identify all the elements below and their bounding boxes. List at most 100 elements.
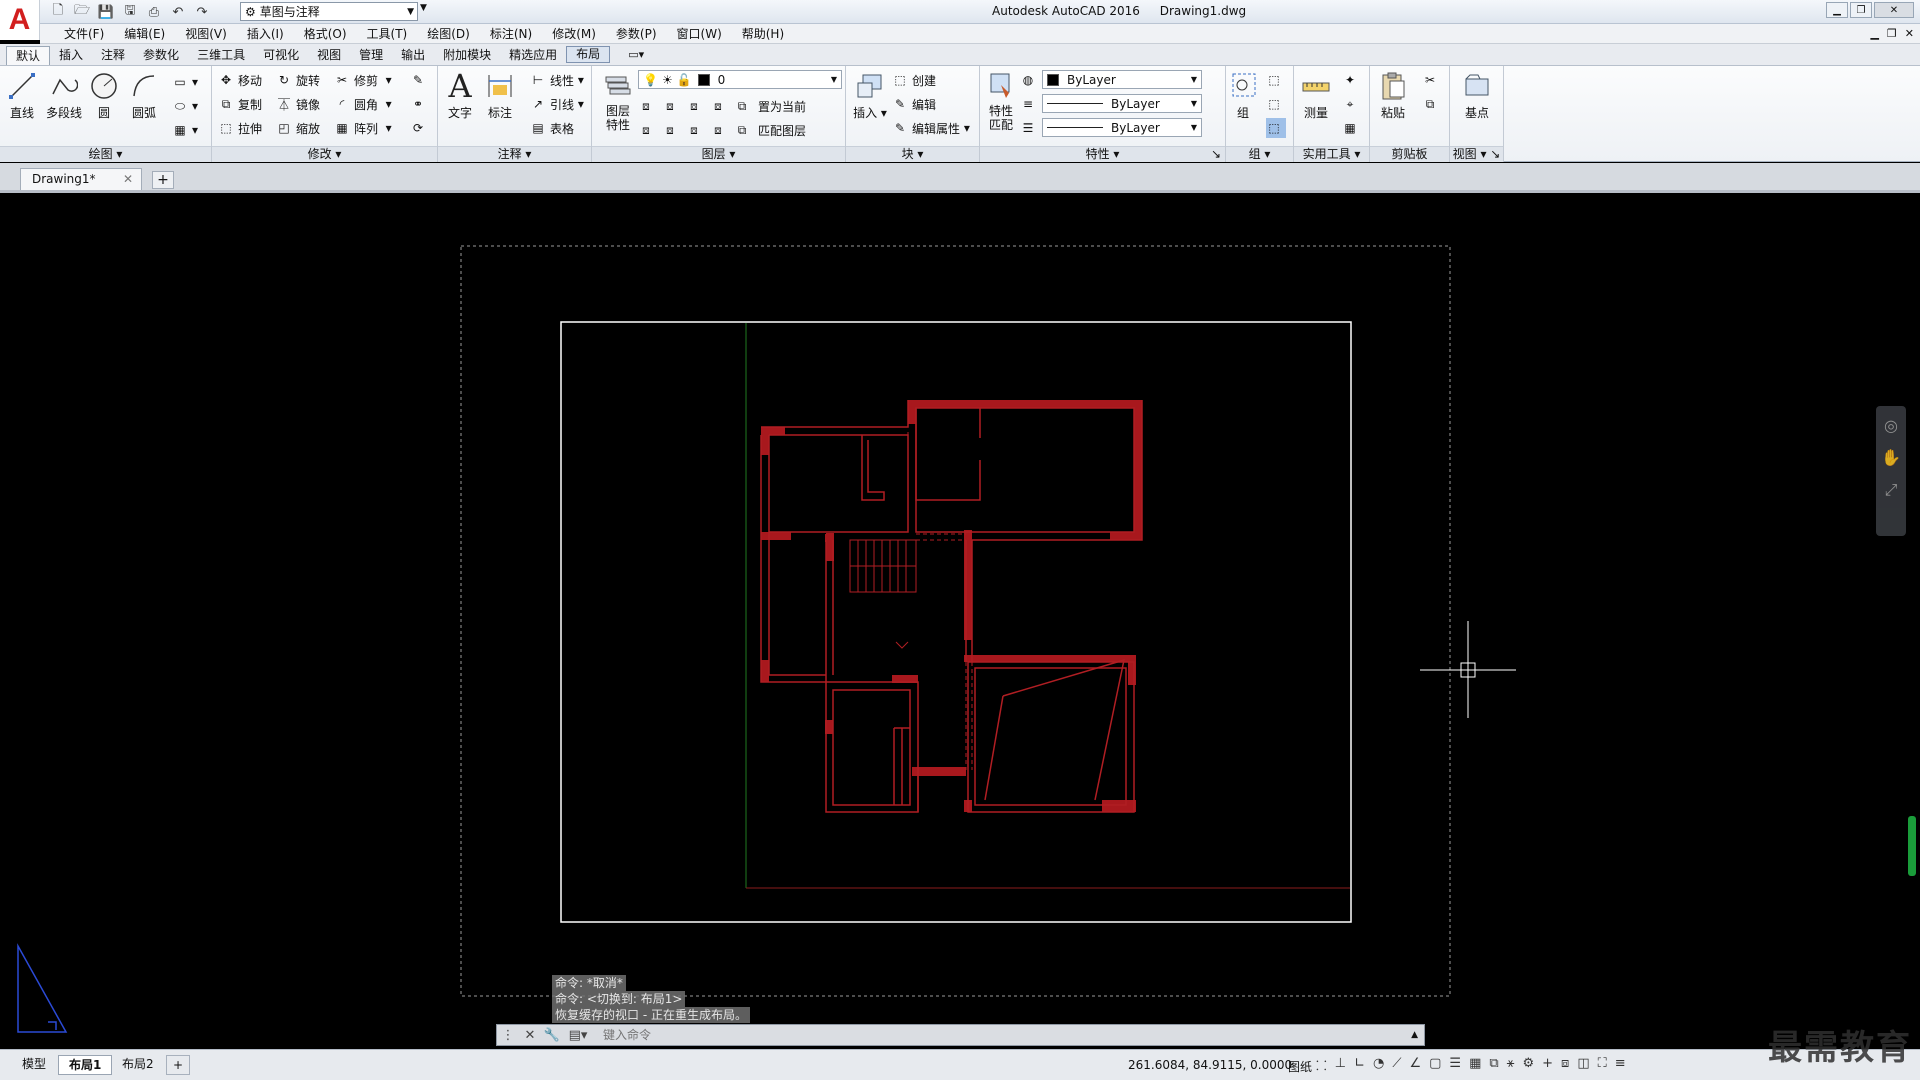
cut-button[interactable]: ✂ [1422, 70, 1442, 90]
workspace-switch-icon[interactable]: ⚙ [1522, 1056, 1534, 1074]
erase-button[interactable]: ✎ [410, 70, 430, 90]
menu-insert[interactable]: 插入(I) [237, 25, 294, 42]
undo-icon[interactable]: ↶ [168, 3, 188, 21]
linear-button[interactable]: ⊢ 线性 ▾ [530, 70, 584, 90]
redo-icon[interactable]: ↷ [192, 3, 212, 21]
application-menu-button[interactable]: A [0, 0, 40, 40]
tab-annotate[interactable]: 注释 [92, 46, 134, 65]
plus-icon[interactable]: + [1542, 1056, 1553, 1074]
annotation-scale-icon[interactable]: ⚹ [1507, 1056, 1515, 1074]
object-snap-icon[interactable]: ▢ [1429, 1056, 1441, 1074]
menu-draw[interactable]: 绘图(D) [417, 25, 480, 42]
open-file-icon[interactable]: 🗁 [72, 3, 92, 21]
doc-minimize-icon[interactable]: ▁ [1870, 27, 1878, 40]
lineweight-toggle-icon[interactable]: ☰ [1449, 1056, 1461, 1074]
offset-button[interactable]: ⟳ [410, 118, 430, 138]
tab-parametric[interactable]: 参数化 [134, 46, 188, 65]
menu-modify[interactable]: 修改(M) [542, 25, 606, 42]
layer-freeze-icon[interactable]: ⧈ [686, 98, 702, 114]
arc-button[interactable]: 圆弧 [126, 70, 162, 121]
customization-icon[interactable]: ≡ [1615, 1056, 1626, 1074]
group-edit-button[interactable]: ⬚ [1266, 94, 1286, 114]
print-icon[interactable]: ⎙ [144, 3, 164, 21]
doc-close-icon[interactable]: ✕ [1905, 27, 1914, 40]
text-button[interactable]: A 文字 [442, 67, 478, 121]
tab-layout[interactable]: 布局 [566, 46, 611, 63]
insert-block-button[interactable]: 插入 ▾ [852, 70, 888, 121]
calculator-button[interactable]: ▦ [1342, 118, 1362, 138]
layer-off-icon[interactable]: ⧈ [638, 98, 654, 114]
menu-tools[interactable]: 工具(T) [357, 25, 418, 42]
tab-featured-apps[interactable]: 精选应用 [500, 46, 566, 65]
layer-thaw-icon[interactable]: ⧈ [686, 122, 702, 138]
fillet-button[interactable]: ◜ 圆角 ▾ [334, 94, 392, 114]
selection-cycling-icon[interactable]: ⧉ [1489, 1056, 1498, 1074]
lineweight-dropdown[interactable]: ByLayer ▼ [1042, 118, 1202, 137]
group-selection-toggle[interactable]: ⬚ [1266, 118, 1286, 138]
layer-unlock-icon[interactable]: ⧈ [710, 122, 726, 138]
viewport-frame[interactable] [560, 321, 1352, 923]
recent-commands-icon[interactable]: ▤▾ [563, 1028, 593, 1043]
add-layout-button[interactable]: + [166, 1055, 191, 1075]
panel-title-groups[interactable]: 组 ▾ [1226, 146, 1293, 162]
tab-view[interactable]: 视图 [308, 46, 350, 65]
polar-tracking-icon[interactable]: ◔ [1373, 1056, 1384, 1074]
circle-button[interactable]: 圆 [86, 70, 122, 121]
ungroup-button[interactable]: ⬚ [1266, 70, 1286, 90]
move-button[interactable]: ✥ 移动 [218, 70, 262, 90]
leader-button[interactable]: ↗ 引线 ▾ [530, 94, 584, 114]
layer-unisolate-icon[interactable]: ⧈ [662, 122, 678, 138]
panel-title-annotation[interactable]: 注释 ▾ [438, 146, 591, 162]
create-block-button[interactable]: ⬚ 创建 [892, 70, 936, 90]
tab-addins[interactable]: 附加模块 [434, 46, 500, 65]
tab-visualize[interactable]: 可视化 [254, 46, 308, 65]
match-properties-button[interactable]: 特性 匹配 [984, 70, 1018, 132]
menu-view[interactable]: 视图(V) [175, 25, 237, 42]
doc-restore-icon[interactable]: ❐ [1887, 27, 1897, 40]
ribbon-minimize-icon[interactable]: ▭▾ [628, 48, 644, 61]
panel-title-utilities[interactable]: 实用工具 ▾ [1294, 146, 1369, 162]
steering-wheel-icon[interactable]: ◎ [1880, 416, 1902, 438]
tab-home[interactable]: 默认 [6, 46, 51, 65]
panel-title-draw[interactable]: 绘图 ▾ [0, 146, 211, 162]
hardware-accel-icon[interactable]: ◫ [1577, 1056, 1589, 1074]
menu-parametric[interactable]: 参数(P) [606, 25, 667, 42]
transparency-icon[interactable]: ▦ [1469, 1056, 1481, 1074]
layer-lock-icon[interactable]: ⧈ [710, 98, 726, 114]
zoom-extents-icon[interactable]: ⤢ [1880, 480, 1902, 502]
close-tab-icon[interactable]: ✕ [123, 169, 133, 190]
panel-title-properties[interactable]: 特性 ▾ ↘ [980, 146, 1225, 162]
table-button[interactable]: ▤ 表格 [530, 118, 574, 138]
group-button[interactable]: 组 [1228, 70, 1258, 121]
snap-mode-icon[interactable]: ⸬ [1316, 1056, 1327, 1074]
dimension-button[interactable]: 标注 [482, 70, 518, 121]
restore-icon[interactable]: ❐ [1850, 2, 1872, 18]
isodraft-icon[interactable]: ⟋ [1392, 1056, 1401, 1074]
color-wheel-button[interactable]: ◍ [1020, 70, 1040, 90]
save-as-icon[interactable]: 🖫 [120, 3, 140, 21]
layer-properties-button[interactable]: 图层 特性 [598, 70, 638, 132]
command-input[interactable] [603, 1028, 1203, 1042]
rotate-button[interactable]: ↻ 旋转 [276, 70, 320, 90]
menu-window[interactable]: 窗口(W) [667, 25, 732, 42]
scale-button[interactable]: ◰ 缩放 [276, 118, 320, 138]
pan-hand-icon[interactable]: ✋ [1880, 448, 1902, 470]
grip-icon[interactable]: ⋮ [497, 1028, 519, 1043]
isolate-objects-icon[interactable]: ⧈ [1561, 1056, 1569, 1074]
scroll-indicator[interactable] [1908, 816, 1916, 876]
edit-attributes-button[interactable]: ✎ 编辑属性 ▾ [892, 118, 970, 138]
color-dropdown[interactable]: ByLayer ▼ [1042, 70, 1202, 89]
panel-title-modify[interactable]: 修改 ▾ [212, 146, 437, 162]
save-icon[interactable]: 💾 [96, 3, 116, 21]
paste-button[interactable]: 粘贴 [1374, 70, 1412, 121]
panel-title-clipboard[interactable]: 剪贴板 [1370, 146, 1449, 162]
ellipse-button[interactable]: ⬭ ▾ [172, 96, 198, 116]
array-button[interactable]: ▦ 阵列 ▾ [334, 118, 391, 138]
line-button[interactable]: 直线 [4, 70, 40, 121]
layer-isolate-icon[interactable]: ⧈ [662, 98, 678, 114]
new-tab-button[interactable]: + [152, 171, 174, 189]
measure-button[interactable]: 测量 [1298, 70, 1334, 121]
menu-file[interactable]: 文件(F) [54, 25, 114, 42]
minimize-icon[interactable]: ▁ [1826, 2, 1848, 18]
edit-block-button[interactable]: ✎ 编辑 [892, 94, 936, 114]
